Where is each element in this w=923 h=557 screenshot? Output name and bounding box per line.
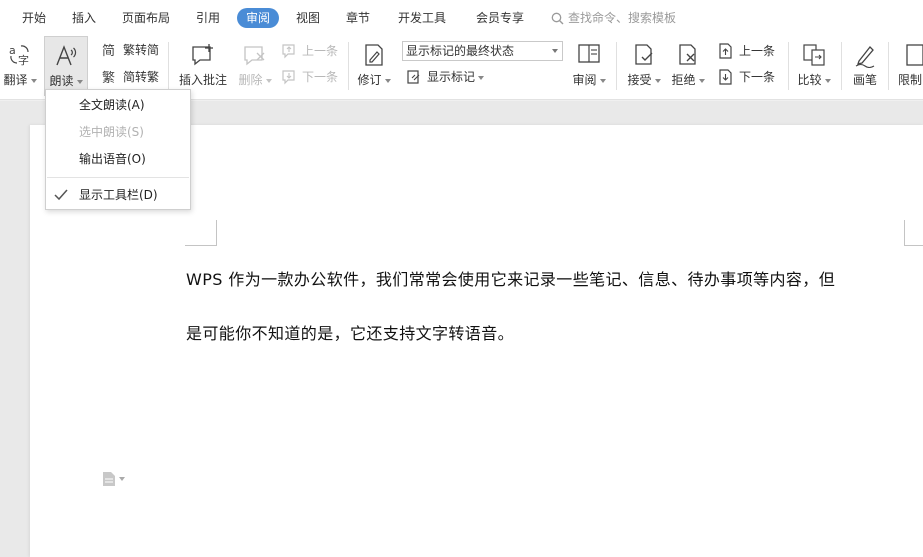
document-paragraph-1[interactable]: WPS 作为一款办公软件，我们常常会使用它来记录一些笔记、信息、待办事项等内容，… xyxy=(186,266,916,290)
search-placeholder: 查找命令、搜索模板 xyxy=(568,11,677,25)
command-search[interactable]: 查找命令、搜索模板 xyxy=(551,9,676,28)
trad-to-simp-label: 繁转简 xyxy=(123,43,160,57)
prev-comment-label: 上一条 xyxy=(302,44,339,58)
tab-view[interactable]: 视图 xyxy=(296,9,320,28)
menu-tab-bar: 开始 插入 页面布局 引用 审阅 视图 章节 开发工具 会员专享 查找命令、搜索… xyxy=(0,0,923,36)
track-changes-icon xyxy=(365,44,383,66)
ribbon-separator xyxy=(348,42,349,90)
tab-chapter[interactable]: 章节 xyxy=(346,9,370,28)
document-paragraph-2[interactable]: 是可能你不知道的是，它还支持文字转语音。 xyxy=(186,320,916,344)
track-changes-label: 修订 xyxy=(357,73,382,87)
accept-change-button[interactable]: 接受 xyxy=(624,36,664,96)
ribbon-separator xyxy=(841,42,842,90)
translate-button[interactable]: a 字 翻译 xyxy=(0,36,40,96)
accept-icon xyxy=(635,44,653,65)
trad-to-simp-icon: 简 xyxy=(102,43,115,58)
prev-change-button[interactable]: 上一条 xyxy=(718,42,775,60)
simp-to-trad-label: 简转繁 xyxy=(123,70,160,84)
search-icon xyxy=(551,12,564,25)
insert-comment-button[interactable]: 插入批注 xyxy=(175,36,231,96)
prev-comment-icon xyxy=(282,44,295,59)
tab-insert[interactable]: 插入 xyxy=(72,9,96,28)
next-change-label: 下一条 xyxy=(739,70,776,84)
next-change-button[interactable]: 下一条 xyxy=(718,68,775,86)
tab-references[interactable]: 引用 xyxy=(196,9,220,28)
margin-marker-right xyxy=(904,220,923,246)
simp-to-trad-icon: 繁 xyxy=(102,70,115,85)
reject-change-button[interactable]: 拒绝 xyxy=(668,36,708,96)
ribbon-separator xyxy=(888,42,889,90)
pen-label: 画笔 xyxy=(852,73,877,87)
tab-page-layout[interactable]: 页面布局 xyxy=(122,9,170,28)
tab-review[interactable]: 审阅 xyxy=(237,8,280,28)
ribbon-separator xyxy=(168,42,169,90)
show-markup-button[interactable]: 显示标记 xyxy=(406,68,485,86)
read-aloud-icon xyxy=(56,45,77,66)
menu-divider xyxy=(47,177,189,178)
compare-button[interactable]: 比较 xyxy=(794,36,834,96)
markup-display-select[interactable]: 显示标记的最终状态 xyxy=(402,41,563,61)
prev-change-icon xyxy=(719,43,732,59)
read-aloud-button[interactable]: 朗读 xyxy=(44,36,88,96)
checkmark-icon xyxy=(54,189,68,201)
menu-item-export-audio[interactable]: 输出语音(O) xyxy=(46,148,190,170)
simp-to-trad-button[interactable]: 繁 简转繁 xyxy=(102,68,159,86)
reject-icon xyxy=(679,44,696,65)
delete-comment-button[interactable]: 删除 xyxy=(236,36,274,96)
menu-item-read-all[interactable]: 全文朗读(A) xyxy=(46,94,190,116)
tab-member[interactable]: 会员专享 xyxy=(476,9,524,28)
margin-marker-left xyxy=(185,220,217,246)
translate-label: 翻译 xyxy=(3,73,28,87)
chevron-down-icon xyxy=(552,49,558,53)
document-icon xyxy=(103,472,115,486)
menu-item-show-toolbar[interactable]: 显示工具栏(D) xyxy=(46,184,190,206)
pen-icon xyxy=(855,46,875,68)
trad-to-simp-button[interactable]: 简 繁转简 xyxy=(102,41,159,59)
svg-text:字: 字 xyxy=(18,53,29,66)
paragraph-options-button[interactable] xyxy=(102,471,125,487)
show-markup-icon xyxy=(407,70,420,84)
next-comment-label: 下一条 xyxy=(302,70,339,84)
reject-label: 拒绝 xyxy=(671,73,696,87)
ribbon-separator xyxy=(616,42,617,90)
track-changes-button[interactable]: 修订 xyxy=(353,36,395,96)
restrict-editing-icon xyxy=(906,44,923,66)
restrict-editing-button[interactable]: 限制 xyxy=(894,36,923,96)
svg-text:简: 简 xyxy=(102,43,115,58)
review-pane-button[interactable]: 审阅 xyxy=(568,36,610,96)
insert-comment-icon xyxy=(192,44,213,66)
next-comment-icon xyxy=(282,70,295,85)
restrict-editing-label: 限制 xyxy=(898,73,923,87)
svg-text:繁: 繁 xyxy=(102,70,115,85)
menu-item-read-selection[interactable]: 选中朗读(S) xyxy=(46,121,190,143)
show-toolbar-label: 显示工具栏(D) xyxy=(79,188,158,202)
prev-comment-button[interactable]: 上一条 xyxy=(281,42,338,60)
read-aloud-label: 朗读 xyxy=(49,74,74,88)
next-comment-button[interactable]: 下一条 xyxy=(281,68,338,86)
insert-comment-label: 插入批注 xyxy=(178,73,227,87)
tab-developer[interactable]: 开发工具 xyxy=(398,9,446,28)
accept-label: 接受 xyxy=(627,73,652,87)
delete-comment-icon xyxy=(244,46,265,66)
ribbon-separator xyxy=(788,42,789,90)
translate-icon: a 字 xyxy=(9,44,29,66)
compare-label: 比较 xyxy=(797,73,822,87)
pen-button[interactable]: 画笔 xyxy=(846,36,884,96)
prev-change-label: 上一条 xyxy=(739,44,776,58)
next-change-icon xyxy=(719,69,732,85)
read-aloud-menu: 全文朗读(A) 选中朗读(S) 输出语音(O) 显示工具栏(D) xyxy=(45,89,191,210)
svg-text:a: a xyxy=(9,44,16,57)
compare-icon xyxy=(803,44,825,66)
show-markup-label: 显示标记 xyxy=(427,70,476,84)
tab-start[interactable]: 开始 xyxy=(22,9,46,28)
review-pane-icon xyxy=(578,44,600,63)
review-pane-label: 审阅 xyxy=(572,73,597,87)
delete-comment-label: 删除 xyxy=(238,73,263,87)
markup-display-value: 显示标记的最终状态 xyxy=(406,44,515,58)
